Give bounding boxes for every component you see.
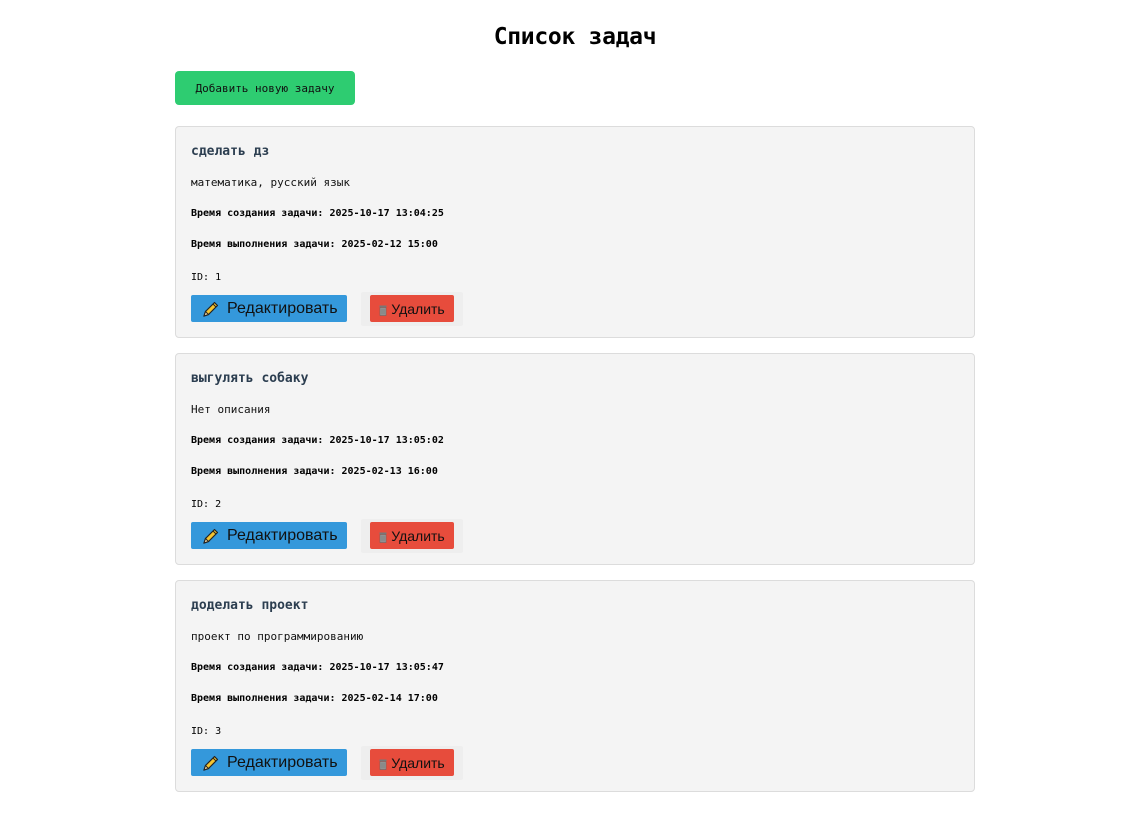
page-title: Список задач bbox=[493, 24, 657, 50]
edit-button-label: Редактировать bbox=[227, 753, 338, 771]
task-list: сделать дз математика, русский язык Врем… bbox=[175, 126, 975, 807]
pencil-icon bbox=[201, 753, 221, 773]
task-created-time: Время создания задачи: 2025-10-17 13:04:… bbox=[191, 208, 444, 219]
delete-task-button[interactable]: Удалить bbox=[370, 749, 454, 776]
task-card: доделать проект проект по программирован… bbox=[175, 580, 975, 792]
delete-task-button[interactable]: Удалить bbox=[370, 295, 454, 322]
edit-button-label: Редактировать bbox=[227, 526, 338, 544]
delete-button-label: Удалить bbox=[391, 300, 445, 317]
edit-task-button[interactable]: Редактировать bbox=[191, 522, 347, 549]
pencil-icon bbox=[201, 526, 221, 546]
task-card: выгулять собаку Нет описания Время созда… bbox=[175, 353, 975, 565]
delete-button-wrapper: Удалить bbox=[361, 519, 463, 553]
task-id: ID: 2 bbox=[191, 499, 222, 510]
task-id: ID: 1 bbox=[191, 272, 222, 283]
delete-button-label: Удалить bbox=[391, 754, 445, 771]
task-due-time: Время выполнения задачи: 2025-02-13 16:0… bbox=[191, 466, 438, 477]
task-created-time: Время создания задачи: 2025-10-17 13:05:… bbox=[191, 435, 444, 446]
trash-icon bbox=[379, 303, 387, 316]
task-description: математика, русский язык bbox=[191, 176, 350, 189]
task-due-time: Время выполнения задачи: 2025-02-14 17:0… bbox=[191, 693, 438, 704]
task-description: Нет описания bbox=[191, 403, 271, 416]
task-created-time: Время создания задачи: 2025-10-17 13:05:… bbox=[191, 662, 444, 673]
task-due-time: Время выполнения задачи: 2025-02-12 15:0… bbox=[191, 239, 438, 250]
trash-icon bbox=[379, 530, 387, 543]
delete-task-button[interactable]: Удалить bbox=[370, 522, 454, 549]
delete-button-wrapper: Удалить bbox=[361, 746, 463, 780]
task-id: ID: 3 bbox=[191, 726, 222, 737]
task-description: проект по программированию bbox=[191, 630, 364, 643]
task-card: сделать дз математика, русский язык Врем… bbox=[175, 126, 975, 338]
edit-task-button[interactable]: Редактировать bbox=[191, 295, 347, 322]
delete-button-label: Удалить bbox=[391, 527, 445, 544]
add-task-button[interactable]: Добавить новую задачу bbox=[175, 71, 355, 105]
delete-button-wrapper: Удалить bbox=[361, 292, 463, 326]
pencil-icon bbox=[201, 299, 221, 319]
task-title: выгулять собаку bbox=[191, 371, 309, 386]
trash-icon bbox=[379, 757, 387, 770]
edit-task-button[interactable]: Редактировать bbox=[191, 749, 347, 776]
task-title: доделать проект bbox=[191, 598, 309, 613]
task-title: сделать дз bbox=[191, 144, 270, 159]
edit-button-label: Редактировать bbox=[227, 299, 338, 317]
